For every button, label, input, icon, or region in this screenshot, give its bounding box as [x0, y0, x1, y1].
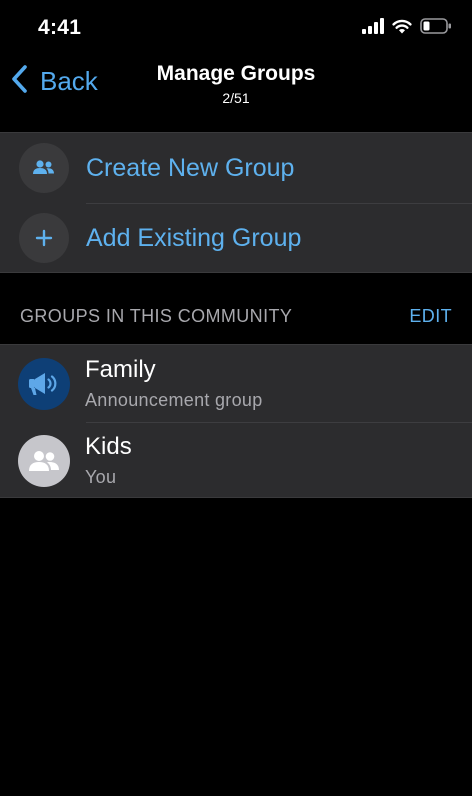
signal-icon: [362, 18, 384, 39]
status-time: 4:41: [38, 16, 82, 39]
status-bar: 4:41: [0, 0, 472, 56]
group-avatar-icon: [18, 434, 70, 487]
chevron-left-icon: [10, 64, 28, 99]
plus-icon: [19, 213, 69, 263]
group-name: Family: [85, 356, 156, 383]
navigation-bar: Back Manage Groups 2/51: [0, 56, 472, 132]
add-existing-group-button[interactable]: Add Existing Group: [0, 203, 472, 273]
section-header: GROUPS IN THIS COMMUNITY EDIT: [0, 296, 472, 336]
actions-list: Create New Group Add Existing Group: [0, 132, 472, 273]
back-label: Back: [40, 66, 98, 96]
group-name: Kids: [85, 433, 132, 460]
status-icons: [362, 18, 452, 39]
megaphone-icon: [18, 357, 70, 410]
people-icon: [19, 143, 69, 193]
list-item[interactable]: Family Announcement group: [0, 345, 472, 422]
create-new-group-label: Create New Group: [86, 153, 295, 182]
list-item[interactable]: Kids You: [0, 422, 472, 499]
section-title: GROUPS IN THIS COMMUNITY: [20, 306, 293, 326]
edit-button[interactable]: EDIT: [409, 306, 452, 327]
add-existing-group-label: Add Existing Group: [86, 223, 302, 252]
back-button[interactable]: Back: [10, 64, 98, 99]
battery-icon: [420, 18, 452, 39]
group-text: Family Announcement group: [85, 356, 263, 411]
group-text: Kids You: [85, 433, 132, 488]
wifi-icon: [392, 18, 412, 39]
group-subtitle: Announcement group: [85, 390, 263, 410]
create-new-group-button[interactable]: Create New Group: [0, 133, 472, 203]
group-subtitle: You: [85, 467, 117, 487]
groups-list: Family Announcement group Kids You: [0, 344, 472, 498]
screen: 4:41 Back Manage Groups 2/51 Create New …: [0, 0, 472, 796]
